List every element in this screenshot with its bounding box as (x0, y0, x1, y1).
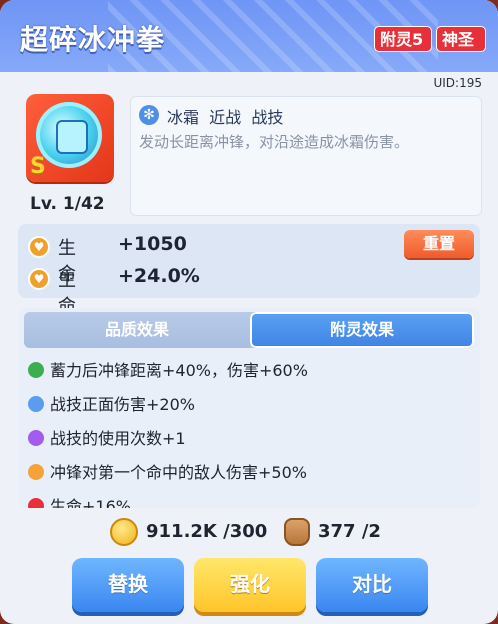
tab-enchant-effects[interactable]: 附灵效果 (250, 312, 474, 348)
effect-dot-icon (28, 362, 44, 378)
effect-item: 生命+16% (28, 494, 468, 508)
effect-item: 战技的使用次数+1 (28, 426, 468, 460)
effect-list[interactable]: 蓄力后冲锋距离+40%，伤害+60% 战技正面伤害+20% 战技的使用次数+1 … (28, 358, 468, 508)
stats-panel: ♥ 生命 +1050 ♥ 生命 +24.0% 重置 (18, 224, 480, 317)
snowflake-icon: ✻ (139, 105, 159, 125)
effect-dot-icon (28, 396, 44, 412)
rank-s-icon: S (30, 154, 46, 179)
rarity-badge: 神圣 (436, 26, 486, 52)
effects-panel: 品质效果 附灵效果 蓄力后冲锋距离+40%，伤害+60% 战技正面伤害+20% … (18, 308, 480, 508)
money-bag-icon (284, 518, 310, 546)
uid-label: UID:195 (433, 76, 482, 90)
skill-description: 发动长距离冲锋，对沿途造成冰霜伤害。 (139, 133, 410, 151)
compare-button[interactable]: 对比 (316, 558, 428, 612)
item-title: 超碎冰冲拳 (20, 23, 166, 56)
effect-text: 战技的使用次数+1 (50, 429, 186, 448)
fist-icon (56, 120, 88, 154)
stat-value: +24.0% (118, 265, 200, 287)
stat-value: +1050 (118, 233, 187, 255)
effect-text: 冲锋对第一个命中的敌人伤害+50% (50, 463, 307, 482)
hp-shield-icon: ♥ (28, 236, 50, 258)
ice-fist-skill-icon: S (26, 94, 114, 182)
gold-coin-icon (110, 518, 138, 546)
effect-item: 冲锋对第一个命中的敌人伤害+50% (28, 460, 468, 494)
effect-item: 蓄力后冲锋距离+40%，伤害+60% (28, 358, 468, 392)
effect-dot-icon (28, 430, 44, 446)
effect-tabs: 品质效果 附灵效果 (24, 312, 474, 348)
effect-dot-icon (28, 498, 44, 508)
effect-dot-icon (28, 464, 44, 480)
replace-button[interactable]: 替换 (72, 558, 184, 612)
reset-button[interactable]: 重置 (404, 230, 474, 258)
hp-shield-icon: ♥ (28, 268, 50, 290)
enchant-level-badge: 附灵5 (374, 26, 432, 52)
effect-text: 战技正面伤害+20% (50, 395, 195, 414)
skill-description-box: ✻ 冰霜 近战 战技 发动长距离冲锋，对沿途造成冰霜伤害。 (130, 96, 482, 216)
tab-quality-effects[interactable]: 品质效果 (24, 312, 250, 348)
item-level: Lv. 1/42 (30, 194, 105, 214)
currency-bar: 911.2K /300 377 /2 (0, 518, 498, 548)
effect-text: 蓄力后冲锋距离+40%，伤害+60% (50, 361, 308, 380)
bag-cost: 377 /2 (318, 521, 381, 542)
gold-cost: 911.2K /300 (146, 521, 268, 542)
effect-text: 生命+16% (50, 497, 131, 508)
enhance-button[interactable]: 强化 (194, 558, 306, 612)
skill-tags: 冰霜 近战 战技 (167, 108, 284, 127)
header-bar: 超碎冰冲拳 附灵5 神圣 (0, 0, 498, 72)
item-detail-panel: 超碎冰冲拳 附灵5 神圣 UID:195 S Lv. 1/42 ✻ 冰霜 近战 … (0, 0, 498, 624)
effect-item: 战技正面伤害+20% (28, 392, 468, 426)
